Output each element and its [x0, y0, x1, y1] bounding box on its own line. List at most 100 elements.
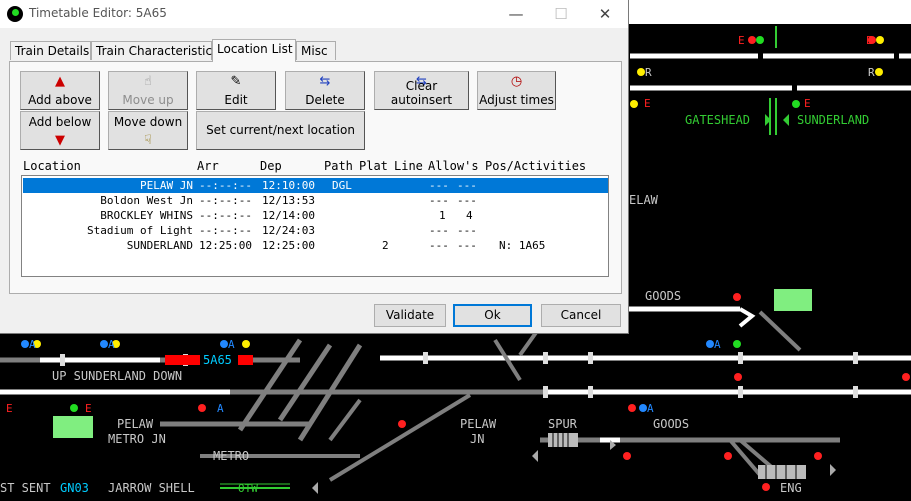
minimize-icon[interactable]: —	[493, 0, 539, 28]
move-down-button[interactable]: Move down ☟	[108, 111, 188, 150]
delete-label: Delete	[305, 93, 345, 107]
edit-button[interactable]: ✎ Edit	[196, 71, 276, 110]
signal-lamp[interactable]	[198, 404, 206, 412]
cell-dep: 12/13:53	[262, 194, 315, 207]
cell-dep: 12/14:00	[262, 209, 315, 222]
signal-label-e6: E	[85, 402, 92, 415]
signal-label-a5: A	[714, 338, 721, 351]
tab-misc[interactable]: Misc	[296, 41, 336, 60]
adjust-times-button[interactable]: ◷ Adjust times	[477, 71, 556, 110]
label-metro: METRO	[213, 449, 249, 463]
signal-lamp[interactable]	[623, 452, 631, 460]
signal-lamp[interactable]	[639, 404, 647, 412]
signal-label-e3: E	[644, 97, 651, 110]
cell-dep: 12:25:00	[262, 239, 315, 252]
column-header-pos-activities: Pos/Activities	[485, 159, 587, 173]
cell-pos: N: 1A65	[499, 239, 546, 252]
signal-lamp[interactable]	[706, 340, 714, 348]
edit-icon: ✎	[230, 74, 242, 89]
signal-lamp[interactable]	[21, 340, 29, 348]
column-header-dep: Dep	[260, 159, 282, 173]
cell-allow-1: ---	[429, 239, 449, 252]
ok-button[interactable]: Ok	[453, 304, 532, 327]
arrow-up-icon: ▲	[55, 74, 65, 89]
set-current-next-button[interactable]: Set current/next location	[196, 111, 365, 150]
signal-label-a3: A	[228, 338, 235, 351]
tab-location-list[interactable]: Location List	[212, 39, 296, 62]
signal-label-a4: A	[217, 402, 224, 415]
edit-label: Edit	[224, 93, 248, 107]
validate-button[interactable]: Validate	[374, 304, 446, 327]
title-bar[interactable]: Timetable Editor: 5A65 — ☐ ✕	[0, 0, 628, 28]
label-up-sunderland-down: UP SUNDERLAND DOWN	[52, 369, 182, 383]
signal-label-e1: E	[738, 34, 745, 47]
column-header-path: Path	[324, 159, 353, 173]
location-list[interactable]: PELAW JN --:--:-- 12:10:00 DGL --- --- B…	[21, 175, 609, 277]
signal-lamp[interactable]	[902, 373, 910, 381]
table-row[interactable]: Stadium of Light --:--:-- 12/24:03 --- -…	[23, 223, 608, 238]
label-otw: OTW	[238, 482, 258, 495]
cell-allow-2: 4	[466, 209, 473, 222]
signal-lamp[interactable]	[242, 340, 250, 348]
signal-lamp[interactable]	[628, 404, 636, 412]
cell-path: DGL	[332, 179, 352, 192]
add-below-button[interactable]: Add below ▼	[20, 111, 100, 150]
tab-train-details[interactable]: Train Details	[10, 41, 91, 60]
add-above-button[interactable]: ▲ Add above	[20, 71, 100, 110]
signal-lamp[interactable]	[748, 36, 756, 44]
cell-location: Boldon West Jn	[100, 194, 193, 207]
label-eng: ENG	[780, 481, 802, 495]
label-pelaw-jn-2: JN	[470, 432, 484, 446]
cell-allow-2: ---	[457, 224, 477, 237]
close-icon[interactable]: ✕	[582, 0, 628, 28]
adjust-times-label: Adjust times	[479, 93, 554, 107]
signal-lamp[interactable]	[756, 36, 764, 44]
table-row[interactable]: PELAW JN --:--:-- 12:10:00 DGL --- ---	[23, 178, 608, 193]
label-spur: SPUR	[548, 417, 578, 431]
signal-lamp[interactable]	[398, 420, 406, 428]
move-up-label: Move up	[122, 93, 174, 107]
tab-train-characteristics[interactable]: Train Characteristics	[91, 41, 218, 60]
signal-label-e2: E	[866, 34, 873, 47]
signal-lamp[interactable]	[637, 68, 645, 76]
signal-label-r2: R	[868, 66, 875, 79]
signal-lamp[interactable]	[792, 100, 800, 108]
signal-lamp[interactable]	[630, 100, 638, 108]
signal-lamp[interactable]	[733, 340, 741, 348]
cell-plat: 2	[382, 239, 389, 252]
train-headcode[interactable]: 5A65	[203, 353, 232, 367]
signal-lamp[interactable]	[733, 293, 741, 301]
signal-lamp[interactable]	[220, 340, 228, 348]
table-row[interactable]: SUNDERLAND 12:25:00 12:25:00 2 --- --- N…	[23, 238, 608, 253]
cell-arr: --:--:--	[199, 209, 252, 222]
label-goods-top: GOODS	[645, 289, 681, 303]
signal-lamp[interactable]	[876, 36, 884, 44]
signal-lamp[interactable]	[70, 404, 78, 412]
table-row[interactable]: Boldon West Jn --:--:-- 12/13:53 --- ---	[23, 193, 608, 208]
signal-lamp[interactable]	[734, 373, 742, 381]
signal-lamp[interactable]	[100, 340, 108, 348]
signal-label-e5: E	[6, 402, 13, 415]
add-below-label: Add below	[28, 115, 92, 129]
label-pelaw-metro-1: PELAW	[117, 417, 154, 431]
cell-allow-1: ---	[429, 194, 449, 207]
clear-autoinsert-button[interactable]: ⇆ Clear autoinsert	[374, 71, 469, 110]
label-goods-bottom: GOODS	[653, 417, 689, 431]
signal-lamp[interactable]	[814, 452, 822, 460]
cell-arr: --:--:--	[199, 179, 252, 192]
cell-location: PELAW JN	[140, 179, 193, 192]
delete-button[interactable]: ⇆ Delete	[285, 71, 365, 110]
table-row[interactable]: BROCKLEY WHINS --:--:-- 12/14:00 1 4	[23, 208, 608, 223]
cell-arr: --:--:--	[199, 224, 252, 237]
cell-arr: --:--:--	[199, 194, 252, 207]
signal-lamp[interactable]	[724, 452, 732, 460]
hand-down-icon: ☟	[144, 133, 152, 148]
cancel-button[interactable]: Cancel	[541, 304, 621, 327]
cell-dep: 12/24:03	[262, 224, 315, 237]
signal-lamp[interactable]	[875, 68, 883, 76]
label-elaw: ELAW	[629, 193, 659, 207]
cell-arr: 12:25:00	[199, 239, 252, 252]
signal-lamp[interactable]	[762, 483, 770, 491]
move-up-button[interactable]: ☝ Move up	[108, 71, 188, 110]
label-jarrow-shell: JARROW SHELL	[108, 481, 195, 495]
